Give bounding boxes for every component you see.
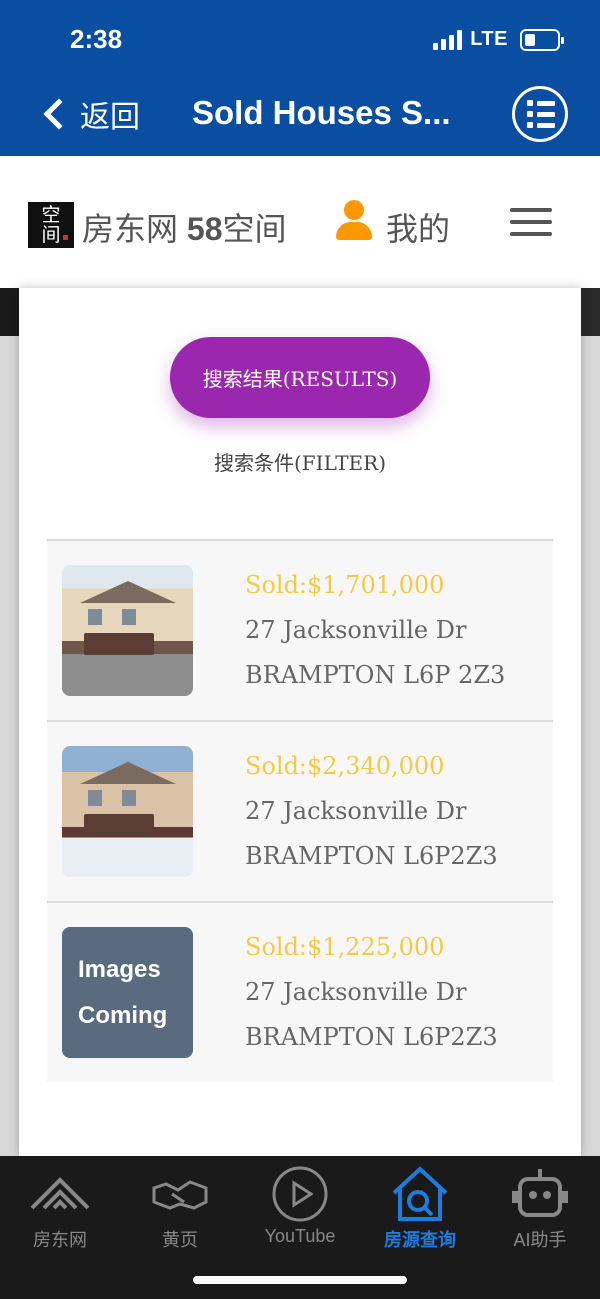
list-item[interactable]: Sold:$1,701,000 27 Jacksonville Dr BRAMP… xyxy=(47,539,553,720)
logo-char-top: 空 xyxy=(41,204,61,226)
tab-label: 黄页 xyxy=(162,1230,198,1250)
play-icon xyxy=(270,1166,330,1222)
tab-yellow-pages[interactable]: 黄页 xyxy=(120,1168,240,1258)
tab-listing-search[interactable]: 房源查询 xyxy=(360,1166,480,1258)
hamburger-menu-icon[interactable] xyxy=(510,208,552,236)
robot-icon xyxy=(510,1168,570,1220)
house-search-icon xyxy=(390,1166,450,1221)
listing-price: Sold:$1,225,000 xyxy=(245,933,445,961)
signal-icon xyxy=(433,29,463,50)
banner-edge-left xyxy=(0,288,20,336)
tab-label: YouTube xyxy=(264,1226,336,1246)
banner-edge-right xyxy=(580,288,600,336)
site-header: 空 间 房东网 58空间 我的 xyxy=(0,156,600,288)
back-button[interactable]: 返回 xyxy=(42,92,140,136)
network-type: LTE xyxy=(470,28,508,50)
placeholder-line-2: Coming xyxy=(78,1001,168,1029)
list-menu-icon[interactable] xyxy=(512,86,568,142)
page-title: Sold Houses S... xyxy=(192,94,451,131)
chevron-left-icon xyxy=(43,98,75,130)
roof-icon xyxy=(30,1168,90,1220)
status-time: 2:38 xyxy=(70,24,123,54)
tab-home[interactable]: 房东网 xyxy=(0,1168,120,1258)
image-placeholder: Images Coming xyxy=(62,927,193,1058)
status-indicators: LTE xyxy=(433,28,564,51)
placeholder-line-1: Images xyxy=(78,955,161,983)
user-icon[interactable] xyxy=(334,200,374,242)
home-indicator[interactable] xyxy=(193,1276,407,1284)
tab-youtube[interactable]: YouTube xyxy=(240,1166,360,1258)
listing-street: 27 Jacksonville Dr xyxy=(245,616,467,644)
tab-label: AI助手 xyxy=(513,1230,567,1250)
list-item[interactable]: Sold:$2,340,000 27 Jacksonville Dr BRAMP… xyxy=(47,720,553,901)
site-name-suffix: 空间 xyxy=(222,211,287,247)
top-bar: 2:38 LTE 返回 Sold Houses S... xyxy=(0,0,600,156)
list-item[interactable]: Images Coming Sold:$1,225,000 27 Jackson… xyxy=(47,901,553,1082)
listing-price: Sold:$2,340,000 xyxy=(245,752,445,780)
house-photo xyxy=(62,746,193,877)
my-account-link[interactable]: 我的 xyxy=(386,204,450,250)
site-name-main: 房东网 xyxy=(82,211,179,247)
results-button[interactable]: 搜索结果(RESULTS) xyxy=(170,337,430,418)
listing-price: Sold:$1,701,000 xyxy=(245,571,445,599)
handshake-icon xyxy=(150,1168,210,1220)
battery-icon xyxy=(520,28,564,51)
tab-label: 房源查询 xyxy=(384,1230,456,1250)
listing-city: BRAMPTON L6P2Z3 xyxy=(245,1023,498,1051)
site-logo[interactable]: 空 间 xyxy=(28,202,74,248)
site-name-number: 58 xyxy=(186,211,223,247)
listing-street: 27 Jacksonville Dr xyxy=(245,797,467,825)
tab-ai-assistant[interactable]: AI助手 xyxy=(480,1168,600,1258)
site-name[interactable]: 房东网 58空间 xyxy=(82,204,287,250)
listing-city: BRAMPTON L6P 2Z3 xyxy=(245,661,506,689)
listing-city: BRAMPTON L6P2Z3 xyxy=(245,842,498,870)
filter-link[interactable]: 搜索条件(FILTER) xyxy=(0,447,600,476)
back-label: 返回 xyxy=(80,101,140,134)
listing-list: Sold:$1,701,000 27 Jacksonville Dr BRAMP… xyxy=(47,539,553,1082)
listing-street: 27 Jacksonville Dr xyxy=(245,978,467,1006)
logo-char-bottom: 间 xyxy=(41,224,61,246)
tab-label: 房东网 xyxy=(33,1230,87,1250)
house-photo xyxy=(62,565,193,696)
